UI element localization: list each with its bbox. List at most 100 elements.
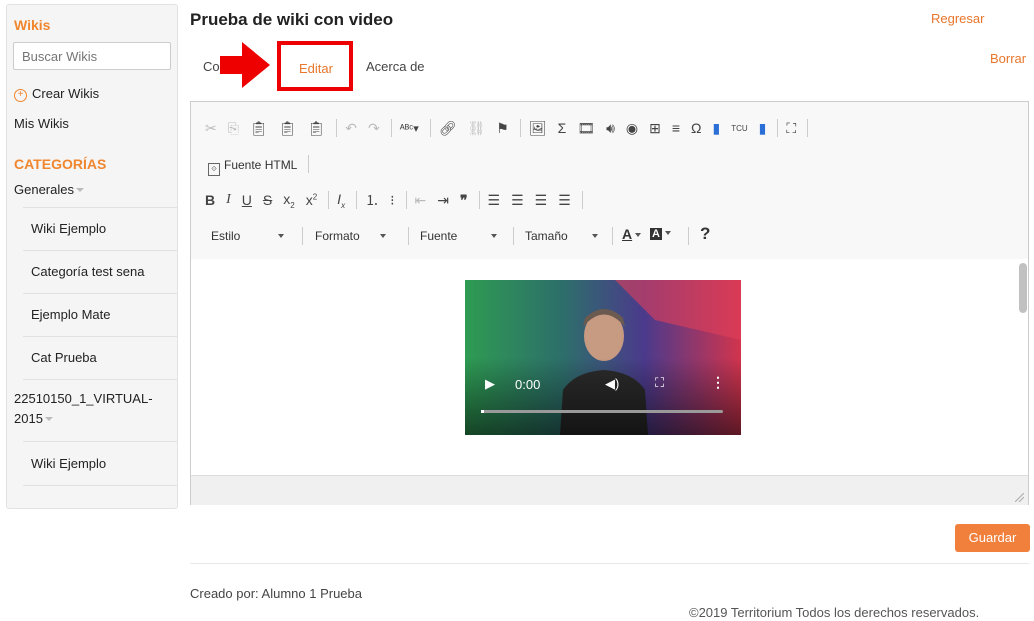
unlink-icon[interactable]: ⛓ <box>468 120 486 137</box>
bold-icon[interactable]: B <box>205 192 215 208</box>
sidebar-item-cat-prueba[interactable]: Cat Prueba <box>31 350 97 365</box>
chevron-down-icon <box>379 234 386 238</box>
delete-link[interactable]: Borrar <box>990 51 1026 66</box>
video-play-icon[interactable]: ▶ <box>485 376 495 392</box>
tab-edit-label: Editar <box>299 61 333 76</box>
spellcheck-icon[interactable]: ᴬᴮᶜ▾ <box>400 122 419 135</box>
sidebar: Wikis +Crear Wikis Mis Wikis CATEGORÍAS … <box>6 4 178 509</box>
chevron-down-icon <box>278 234 285 238</box>
sigma-icon[interactable]: Σ <box>558 120 567 136</box>
create-wikis-label: Crear Wikis <box>32 86 100 101</box>
link-icon[interactable]: 🔗︎ <box>439 120 457 137</box>
sidebar-item-wiki-ejemplo-virtual[interactable]: Wiki Ejemplo <box>31 456 106 471</box>
chevron-down-icon <box>44 417 53 421</box>
wikis-heading: Wikis <box>14 17 51 33</box>
paste-text-icon[interactable]: 📋︎ <box>279 120 297 137</box>
maximize-icon[interactable]: ⛶ <box>786 120 796 137</box>
table-icon[interactable]: ⊞ <box>649 120 661 137</box>
back-link[interactable]: Regresar <box>931 11 984 26</box>
sidebar-item-wiki-ejemplo[interactable]: Wiki Ejemplo <box>31 221 106 236</box>
video-volume-icon[interactable]: ◀) <box>605 376 619 392</box>
font-dropdown-label: Fuente <box>420 229 458 243</box>
sidebar-item-categoria-test-sena[interactable]: Categoría test sena <box>31 264 144 279</box>
cut-icon[interactable]: ✂ <box>205 120 217 137</box>
plus-circle-icon: + <box>14 89 27 102</box>
horizontal-rule-icon[interactable]: ≡ <box>672 120 680 136</box>
copy-icon[interactable]: ⎘ <box>228 120 239 137</box>
divider <box>23 379 177 380</box>
superscript-icon[interactable]: x2 <box>306 192 317 208</box>
video-fullscreen-icon[interactable]: ⛶ <box>655 375 664 391</box>
undo-icon[interactable]: ↶ <box>345 120 357 137</box>
page-title: Prueba de wiki con video <box>190 10 394 29</box>
template-icon[interactable]: ▮ <box>759 120 767 137</box>
red-arrow-icon <box>220 42 270 88</box>
source-html-button[interactable]: ⟐ Fuente HTML <box>208 155 317 176</box>
indent-icon[interactable]: ⇥ <box>437 192 449 209</box>
tab-content[interactable]: Co <box>203 59 220 74</box>
strikethrough-icon[interactable]: S <box>263 192 272 208</box>
tcu-icon[interactable]: TCU <box>731 124 747 133</box>
divider <box>23 485 177 486</box>
category-general-toggle[interactable]: Generales <box>14 182 84 197</box>
flash-icon[interactable]: ◉ <box>626 120 638 137</box>
resize-grip-icon[interactable] <box>1015 493 1024 502</box>
divider <box>23 441 177 442</box>
editor-scrollbar[interactable] <box>1019 263 1027 313</box>
sidebar-item-ejemplo-mate[interactable]: Ejemplo Mate <box>31 307 110 322</box>
subscript-icon[interactable]: x2 <box>283 191 294 210</box>
categories-heading: CATEGORÍAS <box>14 156 107 172</box>
chevron-down-icon <box>491 234 498 238</box>
audio-icon[interactable]: 🔊︎ <box>606 120 615 137</box>
divider <box>688 227 689 245</box>
redo-icon[interactable]: ↷ <box>368 120 380 137</box>
my-wikis-link[interactable]: Mis Wikis <box>14 116 69 131</box>
tab-edit[interactable]: Editar <box>277 41 353 91</box>
anchor-flag-icon[interactable]: ⚑ <box>496 120 509 137</box>
source-html-label: Fuente HTML <box>224 158 297 172</box>
bullet-list-icon[interactable]: ⁝ <box>390 192 394 209</box>
created-by-text: Creado por: Alumno 1 Prueba <box>190 586 362 601</box>
numbered-list-icon[interactable]: ⒈ <box>365 190 379 210</box>
category-general-label: Generales <box>14 182 74 197</box>
style-dropdown[interactable]: Estilo <box>211 229 285 243</box>
justify-icon[interactable]: ☰ <box>558 192 571 209</box>
save-button[interactable]: Guardar <box>955 524 1030 552</box>
video-more-options-icon[interactable]: ⋮ <box>711 374 725 391</box>
remove-format-icon[interactable]: Ix <box>337 191 345 210</box>
align-left-icon[interactable]: ☰ <box>488 192 501 209</box>
category-virtual-toggle[interactable]: 22510150_1_VIRTUAL- 2015 <box>14 389 153 429</box>
editor-toolbar: ✂ ⎘ 📋︎ 📋︎ 📋︎ ↶ ↷ ᴬᴮᶜ▾ 🔗︎ ⛓ ⚑ 🖼︎ Σ 🎞︎ 🔊︎ … <box>191 102 1028 260</box>
document-icon[interactable]: ▮ <box>712 120 720 137</box>
divider <box>23 293 177 294</box>
category-virtual-label-line1: 22510150_1_VIRTUAL- <box>14 391 153 406</box>
align-right-icon[interactable]: ☰ <box>535 192 548 209</box>
paste-icon[interactable]: 📋︎ <box>250 120 268 137</box>
format-dropdown[interactable]: Formato <box>315 229 386 243</box>
divider <box>23 250 177 251</box>
paste-word-icon[interactable]: 📋︎ <box>308 120 326 137</box>
search-wikis-input[interactable] <box>13 42 171 70</box>
text-color-icon: A <box>622 226 633 242</box>
outdent-icon[interactable]: ⇤ <box>415 192 427 209</box>
divider <box>408 227 409 245</box>
size-dropdown[interactable]: Tamaño <box>525 229 598 243</box>
font-dropdown[interactable]: Fuente <box>420 229 498 243</box>
size-dropdown-label: Tamaño <box>525 229 568 243</box>
create-wikis-link[interactable]: + Crear Wikis <box>14 86 99 102</box>
embedded-video[interactable]: ▶ 0:00 ◀) ⛶ ⋮ <box>465 280 741 435</box>
italic-icon[interactable]: I <box>226 192 231 208</box>
align-center-icon[interactable]: ☰ <box>511 192 524 209</box>
blockquote-icon[interactable]: ❞ <box>460 192 468 209</box>
text-color-button[interactable]: A <box>622 226 642 242</box>
image-icon[interactable]: 🖼︎ <box>529 120 547 137</box>
format-dropdown-label: Formato <box>315 229 360 243</box>
video-progress-bar[interactable] <box>481 410 723 413</box>
tab-about[interactable]: Acerca de <box>366 59 425 74</box>
divider <box>190 563 1029 564</box>
help-icon[interactable]: ? <box>700 224 710 244</box>
underline-icon[interactable]: U <box>242 192 252 208</box>
film-icon[interactable]: 🎞︎ <box>577 120 595 137</box>
background-color-button[interactable]: A <box>650 226 671 240</box>
special-char-omega-icon[interactable]: Ω <box>691 120 701 136</box>
